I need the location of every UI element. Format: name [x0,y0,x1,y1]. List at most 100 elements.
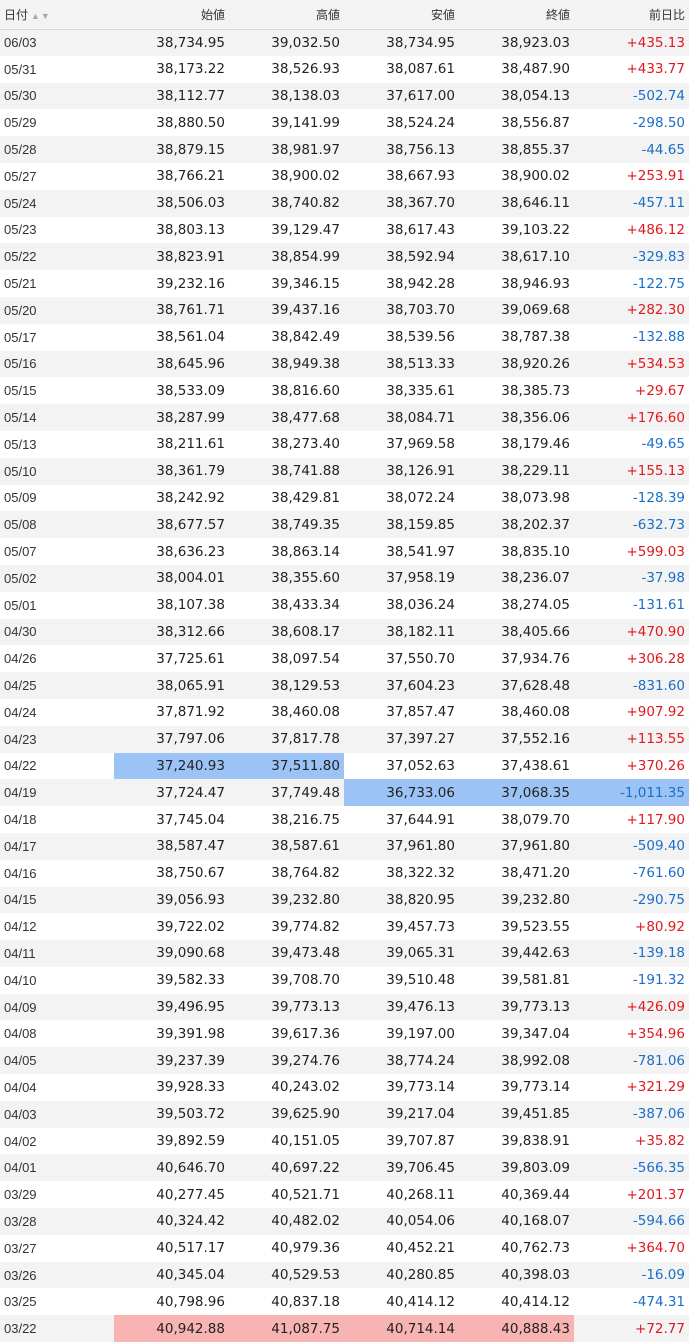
cell-date: 03/22 [0,1315,114,1343]
cell-change: -290.75 [574,886,689,914]
cell-close: 38,487.90 [459,55,574,83]
cell-low: 38,084.71 [344,404,459,431]
column-header-change: 前日比 [574,0,689,30]
price-history-table: 日付 ▲▼ 始値 高値 安値 終値 前日比 06/03 38,734.95 39,03… [0,0,689,1343]
cell-close: 38,054.13 [459,82,574,110]
cell-date: 04/18 [0,806,114,833]
cell-close: 37,934.76 [459,645,574,673]
cell-change: -594.66 [574,1208,689,1235]
sort-icon[interactable]: ▲▼ [31,11,51,21]
cell-open: 38,173.22 [114,55,229,83]
cell-change: +907.92 [574,698,689,726]
cell-change: +72.77 [574,1315,689,1343]
cell-date: 04/11 [0,940,114,967]
cell-date: 05/10 [0,457,114,485]
cell-date: 05/17 [0,323,114,351]
table-row: 04/15 39,056.93 39,232.80 38,820.95 39,232.8… [0,886,689,914]
cell-high: 39,232.80 [229,886,344,914]
table-row: 04/01 40,646.70 40,697.22 39,706.45 39,803.0… [0,1154,689,1182]
cell-low: 38,541.97 [344,538,459,565]
table-row: 05/17 38,561.04 38,842.49 38,539.56 38,787.3… [0,323,689,351]
cell-date: 06/03 [0,29,114,56]
cell-close: 39,451.85 [459,1100,574,1128]
cell-date: 04/09 [0,993,114,1021]
cell-change: +306.28 [574,645,689,673]
table-row: 04/11 39,090.68 39,473.48 39,065.31 39,442.6… [0,940,689,967]
cell-open: 38,287.99 [114,404,229,431]
cell-date: 05/21 [0,270,114,297]
table-row: 04/12 39,722.02 39,774.82 39,457.73 39,523.5… [0,913,689,941]
cell-close: 39,581.81 [459,966,574,994]
cell-close: 37,961.80 [459,832,574,860]
cell-change: +599.03 [574,538,689,565]
cell-high: 40,482.02 [229,1208,344,1235]
cell-date: 05/28 [0,136,114,163]
column-header-date[interactable]: 日付 ▲▼ [0,0,114,30]
cell-low: 38,539.56 [344,323,459,351]
cell-change: -37.98 [574,564,689,592]
table-row: 05/15 38,533.09 38,816.60 38,335.61 38,385.7… [0,377,689,405]
cell-high: 38,608.17 [229,618,344,646]
cell-close: 38,920.26 [459,350,574,378]
cell-low: 38,513.33 [344,350,459,378]
cell-change: +155.13 [574,457,689,485]
table-row: 05/29 38,880.50 39,141.99 38,524.24 38,556.8… [0,109,689,137]
cell-change: +117.90 [574,806,689,833]
cell-high: 39,473.48 [229,940,344,967]
table-row: 04/18 37,745.04 38,216.75 37,644.91 38,079.7… [0,806,689,833]
cell-date: 05/27 [0,162,114,190]
column-header-low: 安値 [344,0,459,30]
cell-change: +201.37 [574,1181,689,1209]
cell-date: 05/01 [0,591,114,619]
table-row: 04/16 38,750.67 38,764.82 38,322.32 38,471.2… [0,859,689,887]
cell-close: 38,460.08 [459,698,574,726]
cell-low: 38,524.24 [344,109,459,137]
cell-low: 38,756.13 [344,136,459,163]
cell-date: 04/15 [0,886,114,914]
cell-high: 38,355.60 [229,564,344,592]
cell-low: 38,036.24 [344,591,459,619]
table-row: 03/22 40,942.88 41,087.75 40,714.14 40,888.4… [0,1315,689,1343]
cell-close: 38,855.37 [459,136,574,163]
cell-date: 04/23 [0,725,114,753]
cell-date: 03/26 [0,1261,114,1289]
cell-high: 38,764.82 [229,859,344,887]
table-row: 05/20 38,761.71 39,437.16 38,703.70 39,069.6… [0,296,689,324]
cell-date: 04/22 [0,752,114,780]
cell-close: 38,073.98 [459,484,574,512]
cell-high: 39,032.50 [229,29,344,56]
cell-high: 39,437.16 [229,296,344,324]
cell-close: 39,803.09 [459,1154,574,1182]
cell-date: 05/14 [0,404,114,431]
cell-close: 39,103.22 [459,216,574,244]
cell-change: -139.18 [574,940,689,967]
cell-high: 38,460.08 [229,698,344,726]
cell-change: -132.88 [574,323,689,351]
cell-high: 39,346.15 [229,270,344,297]
cell-low: 40,280.85 [344,1261,459,1289]
table-row: 04/05 39,237.39 39,274.76 38,774.24 38,992.0… [0,1047,689,1075]
cell-high: 40,243.02 [229,1074,344,1101]
cell-open: 37,240.93 [114,752,229,780]
cell-open: 38,677.57 [114,511,229,539]
cell-open: 38,242.92 [114,484,229,512]
table-row: 03/28 40,324.42 40,482.02 40,054.06 40,168.0… [0,1208,689,1235]
cell-open: 37,725.61 [114,645,229,673]
cell-open: 38,761.71 [114,296,229,324]
table-row: 03/29 40,277.45 40,521.71 40,268.11 40,369.4… [0,1181,689,1209]
cell-date: 04/19 [0,779,114,807]
cell-open: 39,391.98 [114,1020,229,1048]
cell-date: 05/02 [0,564,114,592]
cell-change: -1,011.35 [574,779,689,807]
cell-date: 05/31 [0,55,114,83]
cell-high: 39,774.82 [229,913,344,941]
cell-high: 37,817.78 [229,725,344,753]
cell-open: 37,797.06 [114,725,229,753]
cell-close: 38,556.87 [459,109,574,137]
cell-high: 38,273.40 [229,430,344,458]
cell-high: 39,274.76 [229,1047,344,1075]
cell-date: 04/01 [0,1154,114,1182]
table-row: 05/23 38,803.13 39,129.47 38,617.43 39,103.2… [0,216,689,244]
cell-close: 37,552.16 [459,725,574,753]
column-header-close: 終値 [459,0,574,30]
